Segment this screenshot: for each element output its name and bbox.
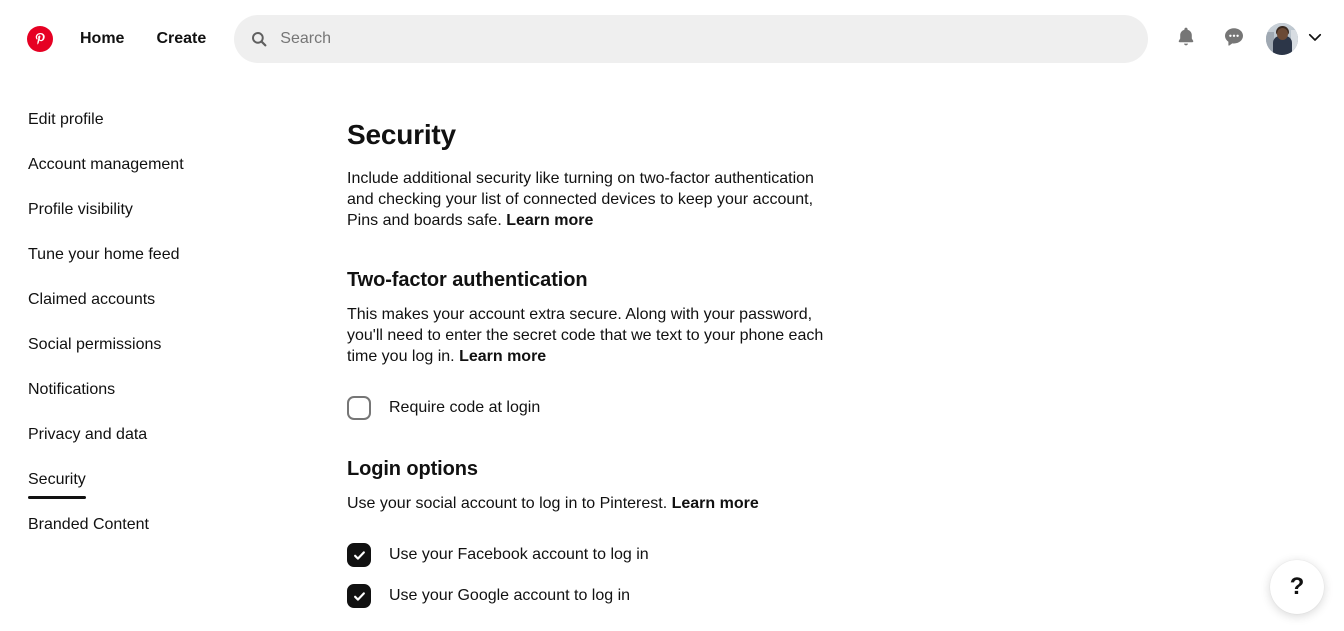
login-options-description: Use your social account to log in to Pin… [347,493,831,514]
pinterest-logo-icon [27,26,53,52]
sidebar-item-social-permissions[interactable]: Social permissions [28,335,161,355]
sidebar-item-account-management[interactable]: Account management [28,155,184,175]
avatar [1266,23,1298,55]
google-login-checkbox[interactable] [347,584,371,608]
top-navigation-bar: Home Create [0,0,1344,78]
sidebar-item-notifications[interactable]: Notifications [28,380,115,400]
login-options-heading: Login options [347,458,478,480]
sidebar-item-profile-visibility[interactable]: Profile visibility [28,200,133,220]
login-options-learn-more-link[interactable]: Learn more [672,495,759,512]
notifications-button[interactable] [1162,15,1210,63]
two-factor-description-body: This makes your account extra secure. Al… [347,306,824,365]
check-icon [353,550,365,560]
two-factor-heading: Two-factor authentication [347,269,588,291]
security-intro-learn-more-link[interactable]: Learn more [506,212,593,229]
facebook-login-label: Use your Facebook account to log in [389,546,649,563]
sidebar-item-branded-content[interactable]: Branded Content [28,515,149,535]
messages-button[interactable] [1210,15,1258,63]
google-login-label: Use your Google account to log in [389,587,631,604]
sidebar-item-privacy-and-data[interactable]: Privacy and data [28,425,147,445]
sidebar-item-edit-profile[interactable]: Edit profile [28,110,104,130]
security-intro-text: Include additional security like turning… [347,168,831,231]
search-bar[interactable] [234,15,1148,63]
nav-item-create[interactable]: Create [140,17,222,61]
login-options-description-body: Use your social account to log in to Pin… [347,495,672,512]
sidebar-item-security[interactable]: Security [28,470,86,499]
bell-icon [1174,25,1198,54]
check-icon [353,591,365,601]
sidebar-item-claimed-accounts[interactable]: Claimed accounts [28,290,155,310]
search-icon [250,30,268,48]
help-button[interactable]: ? [1270,560,1324,614]
sidebar-item-tune-your-home-feed[interactable]: Tune your home feed [28,245,180,265]
require-code-at-login-label: Require code at login [389,399,541,416]
facebook-login-checkbox[interactable] [347,543,371,567]
google-login-row[interactable]: Use your Google account to log in [347,584,847,608]
two-factor-learn-more-link[interactable]: Learn more [459,348,546,365]
speech-bubble-icon [1222,25,1246,54]
account-avatar-button[interactable] [1262,19,1302,59]
settings-main-panel: Security Include additional security lik… [347,118,847,608]
search-input[interactable] [280,29,1132,49]
nav-item-home[interactable]: Home [64,17,140,61]
chevron-down-icon [1306,28,1324,51]
require-code-at-login-row[interactable]: Require code at login [347,396,847,420]
settings-sidebar: Edit profile Account management Profile … [0,110,300,560]
pinterest-logo-button[interactable] [16,15,64,63]
page-title: Security [347,119,456,150]
two-factor-description: This makes your account extra secure. Al… [347,304,831,367]
account-menu-button[interactable] [1302,15,1328,63]
require-code-at-login-checkbox[interactable] [347,396,371,420]
facebook-login-row[interactable]: Use your Facebook account to log in [347,543,847,567]
